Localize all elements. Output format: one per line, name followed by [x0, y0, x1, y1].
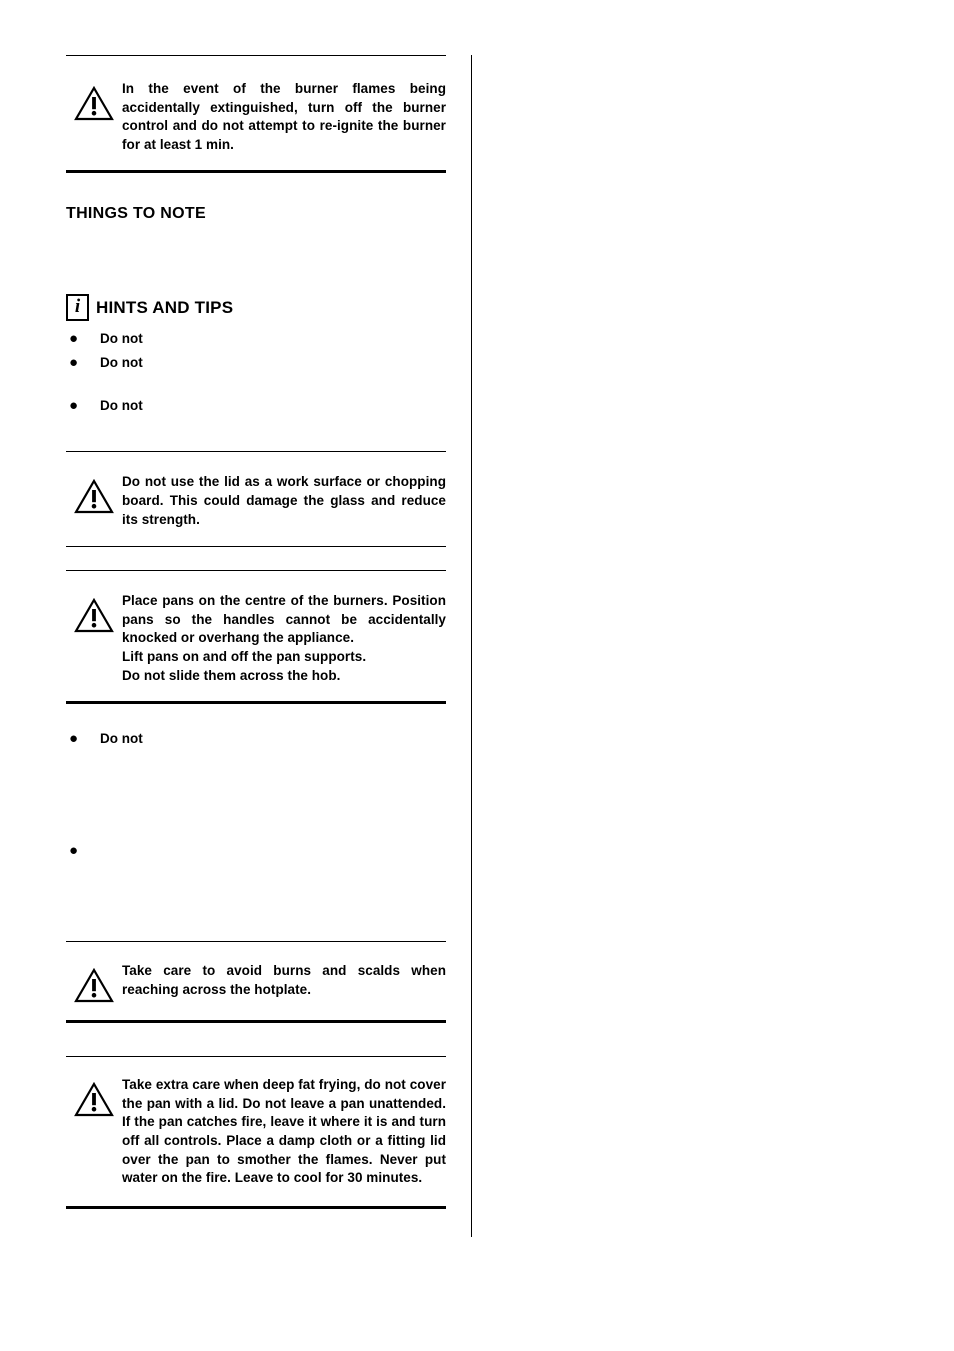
hints-bullet-list: ● Do not ● Do not ● Do not	[66, 327, 446, 418]
warning-triangle-icon	[66, 1076, 122, 1117]
spacer-before-burns-warning	[66, 863, 446, 941]
bullet-icon: ●	[69, 730, 79, 748]
bullet-icon: ●	[69, 397, 79, 415]
warning-pan-placement: Place pans on the centre of the burners.…	[66, 571, 446, 701]
list-item-label: Do not	[100, 731, 143, 747]
warning-triangle-icon	[66, 80, 122, 121]
list-item-label: Do not	[100, 355, 143, 371]
bullet-icon: ●	[69, 354, 79, 372]
list-item: ●	[66, 839, 446, 863]
spacer-top	[66, 0, 446, 55]
list-item: ● Do not	[66, 727, 446, 751]
warning-text-line: Do not use the lid as a work surface or …	[122, 474, 446, 527]
spacer-before-hints	[66, 223, 446, 294]
hints-and-tips-label: HINTS AND TIPS	[96, 297, 234, 317]
warning-triangle-icon	[66, 473, 122, 514]
warning-burns-text: Take care to avoid burns and scalds when…	[122, 962, 446, 999]
content-column: In the event of the burner flames being …	[66, 0, 446, 1209]
warning-text-line: Place pans on the centre of the burners.…	[122, 593, 446, 646]
warning-frying-text: Take extra care when deep fat frying, do…	[122, 1076, 446, 1188]
warning-text-line: Lift pans on and off the pan supports.	[122, 648, 367, 664]
warning-burner-flames-text: In the event of the burner flames being …	[122, 80, 446, 154]
mid-bullet-list: ● Do not ●	[66, 727, 446, 863]
bullet-icon: ●	[69, 330, 79, 348]
info-icon: i	[66, 294, 89, 322]
warning-pan-bottom-rule	[66, 701, 446, 705]
list-item-label: Do not	[100, 398, 143, 414]
warning-frying-bottom-rule	[66, 1205, 446, 1209]
bullet-icon: ●	[69, 842, 79, 860]
warning-pan-text: Place pans on the centre of the burners.…	[122, 592, 446, 685]
warning-text-line: Take care to avoid burns and scalds when…	[122, 963, 446, 997]
info-icon-glyph: i	[74, 296, 81, 318]
list-item: ● Do not	[66, 351, 446, 375]
spacer-before-frying-warning	[66, 1023, 446, 1056]
warning-deep-fat-frying: Take extra care when deep fat frying, do…	[66, 1057, 446, 1206]
warning-burns-and-scalds: Take care to avoid burns and scalds when…	[66, 942, 446, 1020]
warning-triangle-icon	[66, 962, 122, 1003]
warning-text-line: In the event of the burner flames being …	[122, 81, 446, 152]
warning-text-line: Do not slide them across the hob.	[122, 667, 341, 683]
list-item-label: Do not	[100, 331, 143, 347]
warning-burner-flames: In the event of the burner flames being …	[66, 56, 446, 170]
warning-lid-text: Do not use the lid as a work surface or …	[122, 473, 446, 529]
warning-lid-work-surface: Do not use the lid as a work surface or …	[66, 452, 446, 546]
warning-triangle-icon	[66, 592, 122, 633]
spacer-before-things-to-note	[66, 173, 446, 205]
warning-text-line: Take extra care when deep fat frying, do…	[122, 1077, 446, 1186]
list-item: ● Do not	[66, 394, 446, 418]
spacer-before-lid-warning	[66, 418, 446, 451]
column-divider	[471, 55, 472, 1237]
hints-and-tips-heading: i HINTS AND TIPS	[66, 294, 446, 322]
spacer-before-pan-warning	[66, 547, 446, 570]
list-item: ● Do not	[66, 327, 446, 351]
document-page: In the event of the burner flames being …	[0, 0, 954, 1351]
page-title-things-to-note: THINGS TO NOTE	[66, 205, 206, 223]
